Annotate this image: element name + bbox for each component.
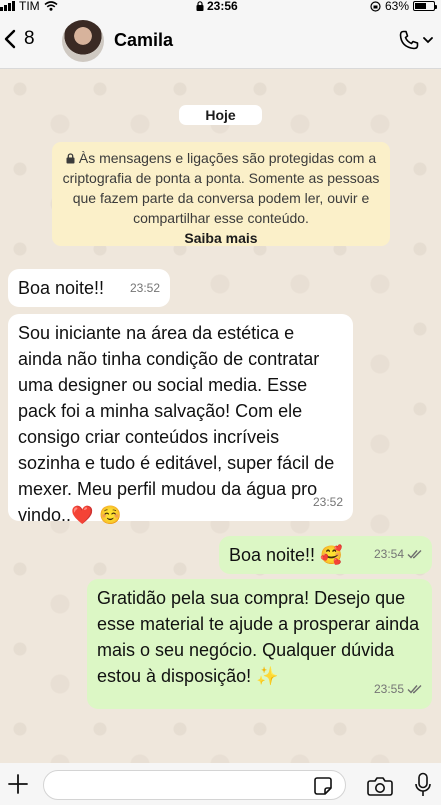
message-time: 23:52 — [129, 281, 160, 295]
carrier-label: TIM — [19, 0, 40, 13]
call-button[interactable] — [397, 28, 433, 52]
message-bubble-incoming[interactable]: Boa noite!! 23:52 — [8, 269, 170, 307]
message-input[interactable] — [43, 770, 346, 800]
camera-icon — [367, 777, 393, 796]
back-button[interactable]: 8 — [4, 28, 35, 50]
encryption-text: Às mensagens e ligações são protegidas c… — [62, 150, 380, 226]
composer-bar — [0, 763, 441, 805]
battery-icon — [413, 1, 437, 11]
avatar[interactable] — [62, 20, 104, 62]
message-text: Boa noite!! — [18, 278, 105, 298]
message-meta: 23:54 — [374, 541, 423, 567]
message-bubble-outgoing[interactable]: Boa noite!! 🥰 23:54 — [219, 536, 432, 574]
phone-icon — [399, 30, 419, 50]
heart-emoji: ❤️ ☺️ — [71, 505, 122, 526]
smiling-hearts-emoji: 🥰 — [320, 545, 343, 566]
signal-icon — [0, 1, 15, 11]
message-time: 23:54 — [373, 547, 404, 561]
lock-icon — [66, 153, 75, 164]
date-chip: Hoje — [179, 105, 262, 125]
plus-icon — [8, 774, 28, 794]
wifi-icon — [44, 1, 58, 11]
status-left: TIM — [0, 0, 58, 13]
message-meta: 23:55 — [374, 676, 423, 702]
microphone-icon — [415, 772, 431, 796]
chat-area[interactable]: Hoje Às mensagens e ligações são protegi… — [0, 69, 441, 763]
battery-fill — [415, 3, 427, 9]
clock-time: 23:56 — [207, 0, 238, 13]
status-right: 63% — [370, 0, 437, 13]
chat-header: 8 Camila — [0, 14, 441, 69]
sticker-button[interactable] — [313, 776, 333, 801]
chevron-left-icon — [4, 29, 16, 49]
double-check-icon — [407, 685, 422, 694]
rotation-lock-icon — [370, 0, 381, 12]
status-clock: 23:56 — [196, 0, 238, 13]
sparkles-emoji: ✨ — [256, 666, 279, 687]
encryption-notice[interactable]: Às mensagens e ligações são protegidas c… — [52, 142, 390, 246]
message-bubble-incoming[interactable]: Sou iniciante na área da estética e aind… — [8, 314, 353, 526]
sticker-icon — [314, 777, 332, 795]
status-bar: TIM 23:56 63% — [0, 0, 441, 14]
learn-more-link[interactable]: Saiba mais — [52, 228, 390, 248]
message-bubble-outgoing[interactable]: Gratidão pela sua compra! Desejo que ess… — [87, 579, 432, 709]
contact-name[interactable]: Camila — [114, 30, 173, 51]
attach-button[interactable] — [7, 773, 29, 800]
microphone-button[interactable] — [414, 772, 432, 803]
message-text: Boa noite!! — [229, 545, 316, 565]
chevron-down-icon — [423, 37, 433, 44]
double-check-icon — [407, 550, 422, 559]
lock-icon — [196, 1, 204, 11]
message-time: 23:52 — [312, 495, 343, 509]
battery-percent: 63% — [384, 0, 409, 13]
message-time: 23:55 — [373, 682, 404, 696]
camera-button[interactable] — [367, 776, 393, 801]
message-text: Sou iniciante na área da estética e aind… — [18, 323, 335, 525]
unread-count: 8 — [24, 28, 35, 49]
